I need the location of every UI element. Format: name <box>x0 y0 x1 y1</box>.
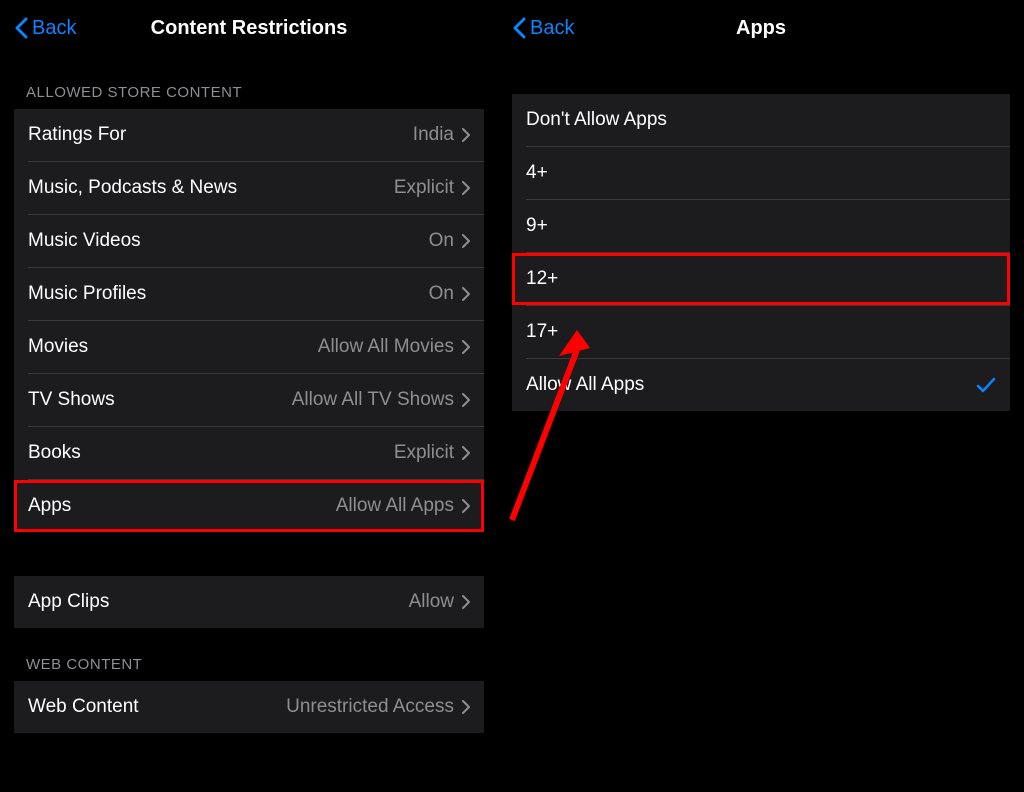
row-value-wrap: Explicit <box>394 177 470 199</box>
row-label: Books <box>28 442 81 464</box>
section-allowed-store-content: Allowed Store Content <box>0 56 498 109</box>
chevron-right-icon <box>462 287 470 301</box>
checkmark-icon <box>976 376 996 394</box>
option-label: 4+ <box>526 162 548 184</box>
content-restrictions-panel: Back Content Restrictions Allowed Store … <box>0 0 498 792</box>
row-label: TV Shows <box>28 389 115 411</box>
row-label: Movies <box>28 336 88 358</box>
back-label: Back <box>530 17 574 40</box>
row-music-profiles[interactable]: Music Profiles On <box>14 268 484 320</box>
chevron-right-icon <box>462 499 470 513</box>
row-value-wrap: Allow All Movies <box>318 336 470 358</box>
option-label: Allow All Apps <box>526 374 644 396</box>
allowed-store-group: Ratings For India Music, Podcasts & News… <box>14 109 484 532</box>
back-button[interactable]: Back <box>14 17 76 40</box>
option-label: Don't Allow Apps <box>526 109 667 131</box>
app-clips-group: App Clips Allow <box>14 576 484 628</box>
option-label: 9+ <box>526 215 548 237</box>
row-label: Apps <box>28 495 71 517</box>
chevron-right-icon <box>462 393 470 407</box>
nav-bar-left: Back Content Restrictions <box>0 0 498 56</box>
option-12plus[interactable]: 12+ <box>512 253 1010 305</box>
row-label: Ratings For <box>28 124 126 146</box>
row-value: Allow All TV Shows <box>292 389 454 411</box>
row-value: Explicit <box>394 177 454 199</box>
chevron-right-icon <box>462 340 470 354</box>
row-value-wrap: Allow All Apps <box>336 495 470 517</box>
row-label: Music Profiles <box>28 283 146 305</box>
row-web-content[interactable]: Web Content Unrestricted Access <box>14 681 484 733</box>
row-value-wrap: On <box>429 283 470 305</box>
page-title: Apps <box>498 17 1024 40</box>
option-label: 12+ <box>526 268 558 290</box>
row-label: App Clips <box>28 591 109 613</box>
row-value: Unrestricted Access <box>286 696 454 718</box>
row-music-videos[interactable]: Music Videos On <box>14 215 484 267</box>
row-value: Allow All Movies <box>318 336 454 358</box>
nav-bar-right: Back Apps <box>498 0 1024 56</box>
option-label: 17+ <box>526 321 558 343</box>
row-value-wrap: Explicit <box>394 442 470 464</box>
row-value: On <box>429 283 454 305</box>
chevron-right-icon <box>462 446 470 460</box>
row-app-clips[interactable]: App Clips Allow <box>14 576 484 628</box>
chevron-right-icon <box>462 700 470 714</box>
row-books[interactable]: Books Explicit <box>14 427 484 479</box>
row-value-wrap: Allow <box>409 591 470 613</box>
chevron-left-icon <box>512 17 526 39</box>
row-label: Music, Podcasts & News <box>28 177 237 199</box>
row-value: Allow All Apps <box>336 495 454 517</box>
row-value-wrap: India <box>413 124 470 146</box>
back-label: Back <box>32 17 76 40</box>
chevron-left-icon <box>14 17 28 39</box>
section-web-content: Web Content <box>0 628 498 681</box>
row-movies[interactable]: Movies Allow All Movies <box>14 321 484 373</box>
option-4plus[interactable]: 4+ <box>512 147 1010 199</box>
row-ratings-for[interactable]: Ratings For India <box>14 109 484 161</box>
row-tv-shows[interactable]: TV Shows Allow All TV Shows <box>14 374 484 426</box>
option-dont-allow-apps[interactable]: Don't Allow Apps <box>512 94 1010 146</box>
row-value-wrap: Unrestricted Access <box>286 696 470 718</box>
row-value: Allow <box>409 591 454 613</box>
row-label: Music Videos <box>28 230 141 252</box>
chevron-right-icon <box>462 181 470 195</box>
row-value-wrap: Allow All TV Shows <box>292 389 470 411</box>
chevron-right-icon <box>462 595 470 609</box>
row-value-wrap: On <box>429 230 470 252</box>
option-allow-all-apps[interactable]: Allow All Apps <box>512 359 1010 411</box>
web-content-group: Web Content Unrestricted Access <box>14 681 484 733</box>
row-value: On <box>429 230 454 252</box>
spacer <box>498 56 1024 94</box>
row-label: Web Content <box>28 696 139 718</box>
spacer <box>0 532 498 576</box>
option-17plus[interactable]: 17+ <box>512 306 1010 358</box>
apps-panel: Back Apps Don't Allow Apps 4+ 9+ 12+ 17+… <box>498 0 1024 792</box>
row-music-podcasts-news[interactable]: Music, Podcasts & News Explicit <box>14 162 484 214</box>
chevron-right-icon <box>462 128 470 142</box>
apps-options-group: Don't Allow Apps 4+ 9+ 12+ 17+ Allow All… <box>512 94 1010 411</box>
back-button[interactable]: Back <box>512 17 574 40</box>
option-9plus[interactable]: 9+ <box>512 200 1010 252</box>
row-apps[interactable]: Apps Allow All Apps <box>14 480 484 532</box>
chevron-right-icon <box>462 234 470 248</box>
row-value: Explicit <box>394 442 454 464</box>
row-value: India <box>413 124 454 146</box>
